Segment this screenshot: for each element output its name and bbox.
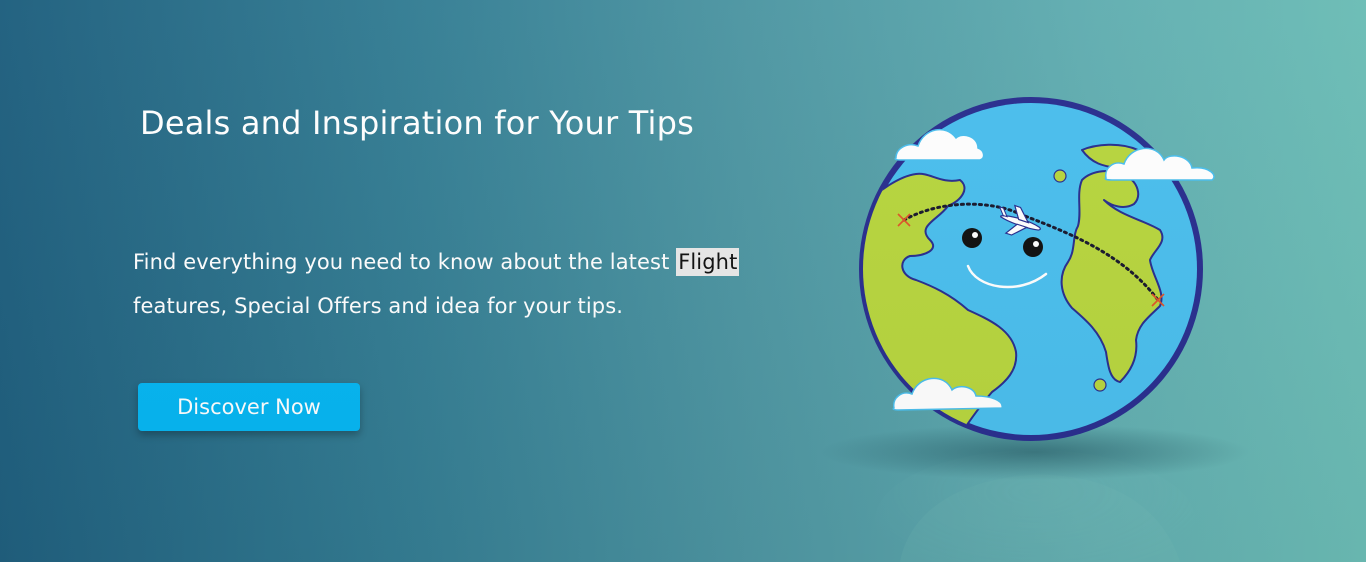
hero-title: Deals and Inspiration for Your Tips (140, 104, 694, 142)
description-text-start: Find everything you need to know about t… (133, 250, 670, 274)
hero-banner: Deals and Inspiration for Your Tips Find… (0, 0, 1366, 562)
description-text-end: features, Special Offers and idea for yo… (133, 294, 624, 318)
hero-description: Find everything you need to know about t… (133, 240, 793, 328)
discover-now-button[interactable]: Discover Now (138, 383, 360, 431)
description-highlight: Flight (676, 248, 740, 276)
globe-illustration (820, 80, 1300, 562)
